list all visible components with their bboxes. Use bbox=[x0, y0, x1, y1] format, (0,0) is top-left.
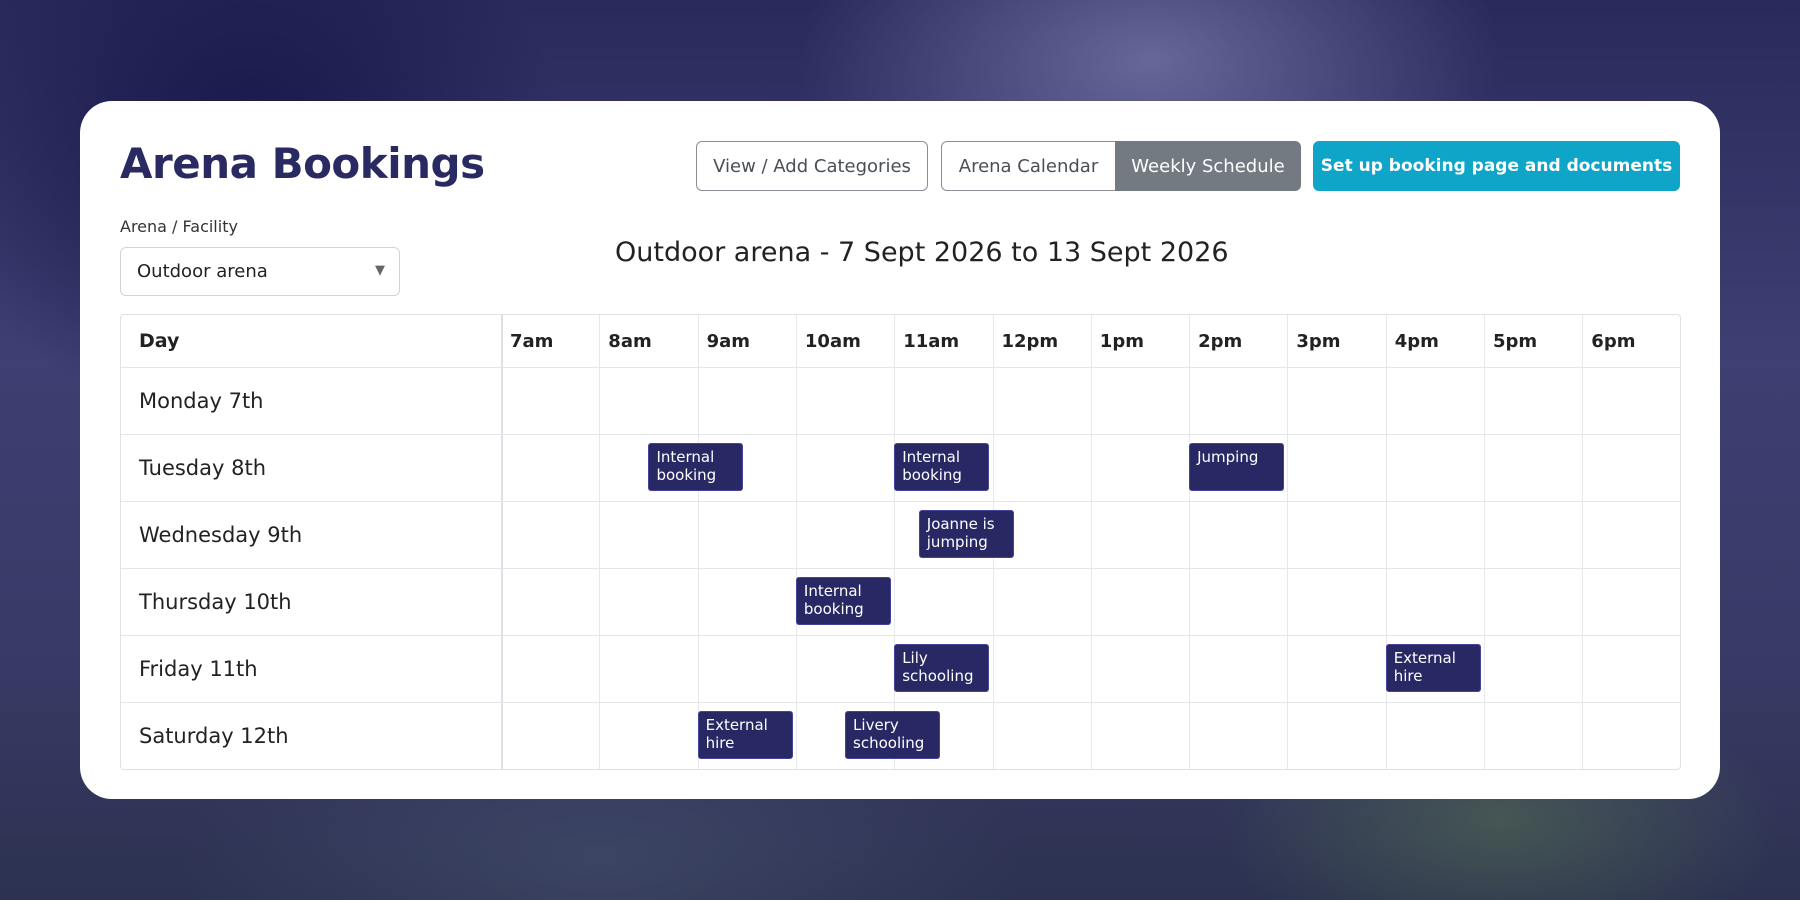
booking-block[interactable]: Internal booking bbox=[894, 443, 990, 491]
facility-label: Arena / Facility bbox=[120, 217, 238, 236]
weekly-schedule-tab[interactable]: Weekly Schedule bbox=[1115, 141, 1301, 191]
hour-header: 2pm bbox=[1198, 330, 1243, 352]
hour-header: 12pm bbox=[1001, 330, 1059, 352]
day-column-header: Day bbox=[139, 330, 180, 352]
hour-header: 3pm bbox=[1296, 330, 1341, 352]
hour-header: 8am bbox=[608, 330, 652, 352]
day-label: Saturday 12th bbox=[139, 723, 289, 748]
hour-divider bbox=[894, 315, 896, 769]
day-label: Wednesday 9th bbox=[139, 522, 303, 547]
hour-header: 6pm bbox=[1591, 330, 1636, 352]
hour-header: 10am bbox=[804, 330, 861, 352]
hour-divider bbox=[1287, 315, 1289, 769]
day-column-divider bbox=[501, 315, 503, 769]
setup-booking-page-button[interactable]: Set up booking page and documents bbox=[1313, 141, 1680, 191]
hour-divider bbox=[1385, 315, 1387, 769]
hour-header: 7am bbox=[510, 330, 554, 352]
day-label: Tuesday 8th bbox=[139, 455, 267, 480]
hour-divider bbox=[697, 315, 699, 769]
booking-block[interactable]: Livery schooling bbox=[845, 711, 941, 759]
hour-divider bbox=[1484, 315, 1485, 769]
hour-divider bbox=[1582, 315, 1584, 769]
hour-header: 4pm bbox=[1394, 330, 1439, 352]
day-label: Friday 11th bbox=[139, 656, 258, 681]
booking-block[interactable]: External hire bbox=[1385, 644, 1481, 692]
day-label: Thursday 10th bbox=[139, 589, 292, 614]
hour-divider bbox=[599, 315, 601, 769]
hour-header: 1pm bbox=[1099, 330, 1144, 352]
booking-block[interactable]: External hire bbox=[697, 711, 793, 759]
booking-block[interactable]: Jumping bbox=[1189, 443, 1285, 491]
day-label: Monday 7th bbox=[139, 388, 264, 413]
facility-select-value: Outdoor arena bbox=[137, 261, 268, 282]
arena-calendar-tab[interactable]: Arena Calendar bbox=[941, 141, 1116, 191]
page-title: Arena Bookings bbox=[120, 139, 485, 188]
hour-divider bbox=[795, 315, 797, 769]
chevron-down-icon: ▼ bbox=[375, 263, 385, 278]
weekly-schedule-grid: Day 7am 8am 9am 10am 11am 12pm 1pm 2pm 3pm 4pm 5pm… bbox=[120, 314, 1681, 770]
booking-block[interactable]: Internal booking bbox=[648, 443, 744, 491]
hour-divider bbox=[1090, 315, 1092, 769]
hour-header: 9am bbox=[706, 330, 751, 352]
hour-header: 11am bbox=[903, 330, 960, 352]
booking-block[interactable]: Internal booking bbox=[795, 577, 891, 625]
facility-select[interactable]: Outdoor arena ▼ bbox=[120, 247, 400, 296]
view-add-categories-button[interactable]: View / Add Categories bbox=[696, 141, 928, 191]
hour-header: 5pm bbox=[1493, 330, 1538, 352]
bookings-card: Arena Bookings View / Add Categories Are… bbox=[80, 101, 1720, 799]
booking-block[interactable]: Lily schooling bbox=[894, 644, 990, 692]
hour-divider bbox=[1189, 315, 1191, 769]
booking-block[interactable]: Joanne is jumping bbox=[918, 510, 1014, 558]
schedule-range-title: Outdoor arena - 7 Sept 2026 to 13 Sept 2… bbox=[615, 237, 1229, 268]
